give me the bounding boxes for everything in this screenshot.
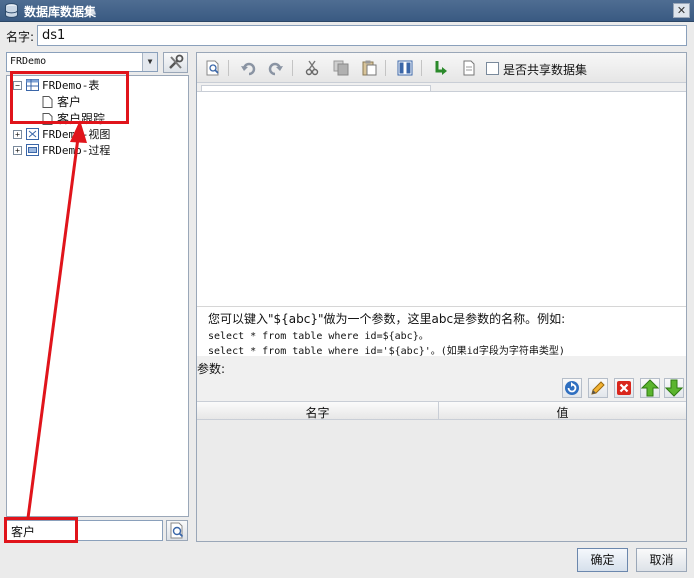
paste-icon[interactable] <box>361 60 377 76</box>
hint-line: 您可以键入"${abc}"做为一个参数，这里abc是参数的名称。例如: <box>208 312 566 326</box>
undo-icon[interactable] <box>240 60 256 76</box>
delete-param-button[interactable] <box>614 378 634 398</box>
copy-icon[interactable] <box>333 60 349 76</box>
toolbar-separator <box>421 60 422 76</box>
edit-icon <box>591 381 605 395</box>
refresh-params-button[interactable] <box>562 378 582 398</box>
tree-node-procedures[interactable]: + FRDemo-过程 <box>13 142 110 158</box>
expand-icon[interactable]: + <box>13 129 22 139</box>
cancel-button[interactable]: 取消 <box>636 548 687 572</box>
connection-settings-button[interactable] <box>163 52 188 73</box>
params-label: 参数: <box>197 362 226 376</box>
toolbar-separator <box>385 60 386 76</box>
expand-icon[interactable]: + <box>13 145 22 155</box>
procedure-icon <box>26 144 39 156</box>
params-table-header: 名字 值 <box>197 401 686 420</box>
sql-toolbar: 是否共享数据集 <box>197 53 686 83</box>
name-label: 名字: <box>6 30 35 44</box>
sql-panel: 是否共享数据集 您可以键入"${abc}"做为一个参数，这里abc是参数的名称。… <box>196 52 687 542</box>
move-param-down-button[interactable] <box>664 378 684 398</box>
sql-hint: 您可以键入"${abc}"做为一个参数，这里abc是参数的名称。例如: sele… <box>197 306 686 357</box>
cut-icon[interactable] <box>304 60 320 76</box>
delete-icon <box>617 381 631 395</box>
preview-icon[interactable] <box>205 60 221 76</box>
edit-param-button[interactable] <box>588 378 608 398</box>
tree-node-views[interactable]: + FRDemo-视图 <box>13 126 110 142</box>
toolbar-separator <box>292 60 293 76</box>
chevron-down-icon[interactable]: ▼ <box>142 53 157 71</box>
title-bar: 数据库数据集 ✕ <box>0 0 694 22</box>
page-icon[interactable] <box>461 60 477 76</box>
connection-value: FRDemo <box>10 56 47 67</box>
ok-button[interactable]: 确定 <box>577 548 628 572</box>
window-title: 数据库数据集 <box>24 5 97 19</box>
sql-editor[interactable] <box>197 91 686 306</box>
close-button[interactable]: ✕ <box>673 3 690 18</box>
annotation-highlight-box <box>4 517 78 543</box>
tools-icon <box>168 54 183 69</box>
table-tree[interactable]: − FRDemo-表 客户 客户跟踪 + FRDemo-视图 + FRDemo-过程 <box>6 75 189 517</box>
refresh-icon <box>565 381 579 395</box>
params-table[interactable]: 名字 值 <box>197 401 686 541</box>
name-input[interactable]: ds1 <box>37 25 687 46</box>
database-icon <box>5 3 18 18</box>
columns-icon[interactable] <box>397 60 413 76</box>
share-dataset-checkbox[interactable] <box>486 62 499 75</box>
name-row: 名字: ds1 <box>0 22 694 48</box>
move-down-icon <box>664 379 684 397</box>
connection-select[interactable]: FRDemo ▼ <box>6 52 158 72</box>
table-search-button[interactable] <box>166 520 188 541</box>
left-panel: FRDemo ▼ − FRDemo-表 客户 客户跟踪 + FRDemo-视图 + F… <box>6 52 189 542</box>
column-header-name[interactable]: 名字 <box>197 404 438 421</box>
toolbar-separator <box>228 60 229 76</box>
hint-example-line: select * from table where id=${abc}。 <box>208 331 429 342</box>
move-up-icon <box>640 379 660 397</box>
view-icon <box>26 128 39 140</box>
column-header-value[interactable]: 值 <box>439 404 686 421</box>
move-param-up-button[interactable] <box>640 378 660 398</box>
sql-icon[interactable] <box>433 60 449 76</box>
annotation-highlight-box <box>10 71 129 124</box>
search-icon <box>170 522 184 539</box>
redo-icon[interactable] <box>268 60 284 76</box>
hint-example-line: select * from table where id='${abc}'。(如… <box>208 346 565 357</box>
share-dataset-label: 是否共享数据集 <box>503 63 588 77</box>
